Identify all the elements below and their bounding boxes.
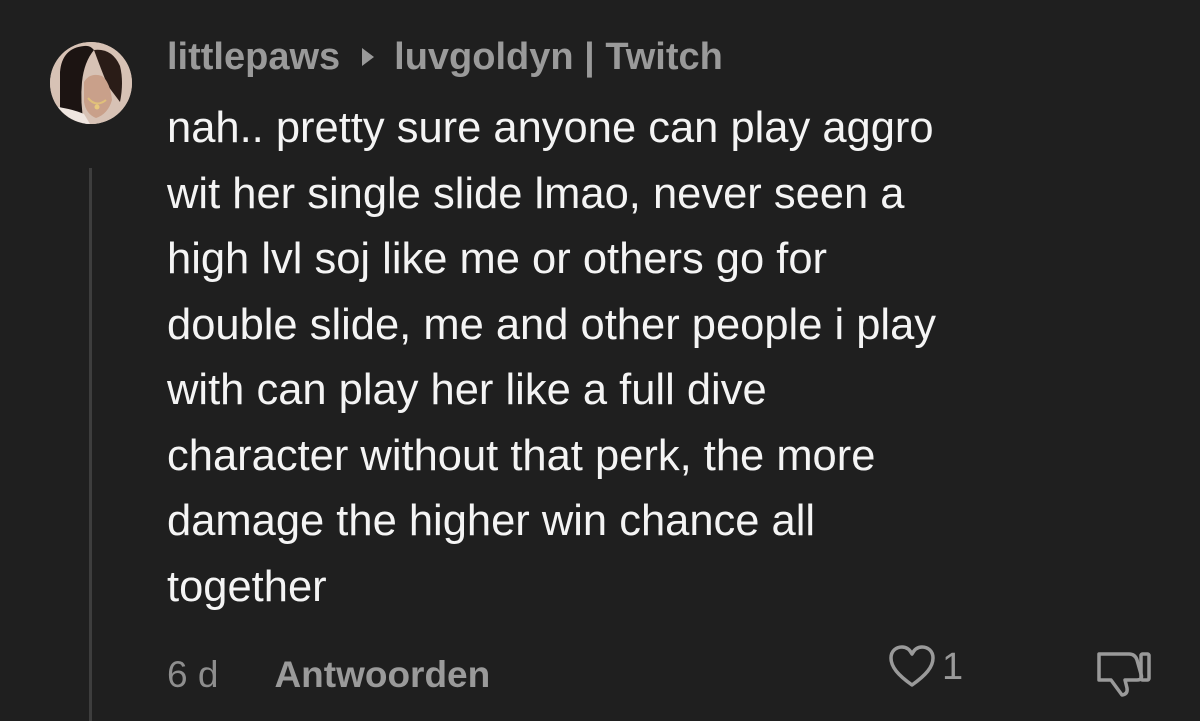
reply-button[interactable]: Antwoorden xyxy=(274,654,490,696)
like-count: 1 xyxy=(942,645,964,688)
thumbs-down-icon xyxy=(1097,652,1151,697)
comment-text: nah.. pretty sure anyone can play aggro … xyxy=(167,104,937,611)
reply-to-name[interactable]: luvgoldyn | Twitch xyxy=(394,36,723,79)
heart-icon xyxy=(889,645,935,687)
comment-time: 6 d xyxy=(167,654,219,695)
comment-header: littlepaws luvgoldyn | Twitch xyxy=(167,32,723,82)
author-name[interactable]: littlepaws xyxy=(167,36,340,79)
thread-line xyxy=(89,168,92,721)
comment-footer: 6 d Antwoorden xyxy=(167,649,490,701)
avatar-image xyxy=(50,42,132,124)
avatar[interactable] xyxy=(50,42,132,124)
comment-item: littlepaws luvgoldyn | Twitch nah.. pret… xyxy=(0,0,1200,721)
dislike-button[interactable] xyxy=(1093,648,1153,703)
reply-arrow-icon xyxy=(362,48,375,66)
like-button[interactable]: 1 xyxy=(888,645,963,689)
